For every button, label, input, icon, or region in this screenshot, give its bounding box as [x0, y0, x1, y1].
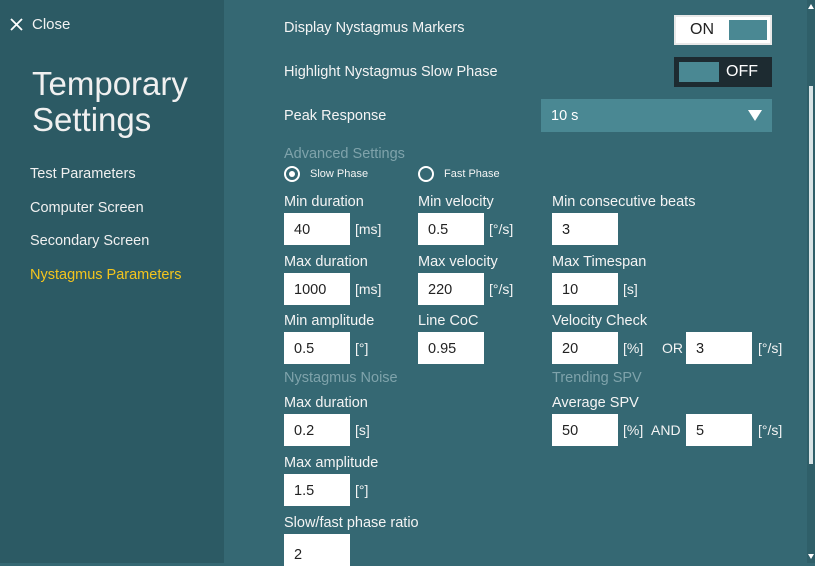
- highlight-slow-phase-label: Highlight Nystagmus Slow Phase: [284, 64, 498, 80]
- nystagmus-noise-heading: Nystagmus Noise: [284, 370, 398, 386]
- max-timespan-unit: [s]: [623, 281, 638, 297]
- sidebar: Close Temporary Settings Test Parameters…: [0, 0, 224, 563]
- min-velocity-input[interactable]: [418, 213, 484, 245]
- fast-phase-label: Fast Phase: [444, 168, 500, 180]
- close-icon: [10, 17, 23, 31]
- min-consecutive-beats-label: Min consecutive beats: [552, 194, 696, 210]
- peak-response-label: Peak Response: [284, 108, 387, 124]
- highlight-slow-phase-toggle[interactable]: OFF: [674, 57, 772, 87]
- toggle-knob: [679, 62, 719, 82]
- advanced-settings-heading: Advanced Settings: [284, 146, 405, 162]
- display-markers-label: Display Nystagmus Markers: [284, 20, 465, 36]
- noise-max-amplitude-unit: [°]: [355, 482, 369, 498]
- min-consecutive-beats-input[interactable]: [552, 213, 618, 245]
- scrollbar-thumb[interactable]: [809, 86, 813, 464]
- average-spv-and: AND: [651, 422, 681, 438]
- max-velocity-unit: [°/s]: [489, 281, 514, 297]
- vertical-scrollbar[interactable]: [807, 0, 815, 563]
- max-timespan-label: Max Timespan: [552, 254, 647, 270]
- peak-response-dropdown[interactable]: 10 s: [541, 99, 772, 132]
- sidebar-title-line2: Settings: [32, 101, 152, 138]
- display-markers-toggle[interactable]: ON: [674, 15, 772, 45]
- slow-fast-ratio-input[interactable]: [284, 534, 350, 566]
- slow-phase-label: Slow Phase: [310, 168, 369, 180]
- peak-response-value: 10 s: [551, 107, 579, 124]
- noise-max-duration-input[interactable]: [284, 414, 350, 446]
- velocity-check-input[interactable]: [552, 332, 618, 364]
- noise-max-amplitude-input[interactable]: [284, 474, 350, 506]
- sidebar-item-secondary-screen[interactable]: Secondary Screen: [30, 233, 149, 249]
- highlight-slow-phase-toggle-text: OFF: [726, 63, 758, 80]
- average-spv-input[interactable]: [552, 414, 618, 446]
- max-velocity-input[interactable]: [418, 273, 484, 305]
- min-velocity-unit: [°/s]: [489, 221, 514, 237]
- sidebar-item-computer-screen[interactable]: Computer Screen: [30, 200, 144, 216]
- velocity-check-or: OR: [662, 340, 683, 356]
- settings-panel: Display Nystagmus Markers ON Highlight N…: [224, 0, 815, 566]
- max-duration-input[interactable]: [284, 273, 350, 305]
- velocity-check-input-2[interactable]: [686, 332, 752, 364]
- min-amplitude-label: Min amplitude: [284, 313, 375, 329]
- toggle-knob: [729, 20, 767, 40]
- radio-fast-phase[interactable]: Fast Phase: [418, 166, 500, 182]
- display-markers-toggle-text: ON: [690, 21, 714, 38]
- min-velocity-label: Min velocity: [418, 194, 494, 210]
- max-duration-label: Max duration: [284, 254, 368, 270]
- chevron-down-icon: [748, 110, 762, 121]
- average-spv-label: Average SPV: [552, 395, 639, 411]
- max-timespan-input[interactable]: [552, 273, 618, 305]
- average-spv-unit: [%]: [623, 422, 644, 438]
- noise-max-duration-unit: [s]: [355, 422, 370, 438]
- close-button[interactable]: Close: [10, 13, 70, 35]
- sidebar-item-test-parameters[interactable]: Test Parameters: [30, 166, 136, 182]
- radio-unselected-icon: [418, 166, 434, 182]
- radio-selected-icon: [284, 166, 300, 182]
- velocity-check-unit-2: [°/s]: [758, 340, 783, 356]
- min-duration-label: Min duration: [284, 194, 364, 210]
- scroll-down-arrow-icon[interactable]: [808, 554, 814, 559]
- velocity-check-unit: [%]: [623, 340, 644, 356]
- velocity-check-label: Velocity Check: [552, 313, 648, 329]
- average-spv-unit-2: [°/s]: [758, 422, 783, 438]
- min-amplitude-unit: [°]: [355, 340, 369, 356]
- sidebar-title: Temporary Settings: [32, 66, 188, 138]
- min-amplitude-input[interactable]: [284, 332, 350, 364]
- close-label: Close: [32, 15, 71, 33]
- noise-max-amplitude-label: Max amplitude: [284, 455, 379, 471]
- max-velocity-label: Max velocity: [418, 254, 498, 270]
- line-coc-input[interactable]: [418, 332, 484, 364]
- sidebar-title-line1: Temporary: [32, 65, 188, 102]
- trending-spv-heading: Trending SPV: [552, 370, 642, 386]
- max-duration-unit: [ms]: [355, 281, 382, 297]
- line-coc-label: Line CoC: [418, 313, 479, 329]
- average-spv-input-2[interactable]: [686, 414, 752, 446]
- radio-slow-phase[interactable]: Slow Phase: [284, 166, 368, 182]
- sidebar-item-nystagmus-parameters[interactable]: Nystagmus Parameters: [30, 267, 182, 283]
- min-duration-input[interactable]: [284, 213, 350, 245]
- noise-max-duration-label: Max duration: [284, 395, 368, 411]
- scroll-up-arrow-icon[interactable]: [808, 4, 814, 9]
- min-duration-unit: [ms]: [355, 221, 382, 237]
- slow-fast-ratio-label: Slow/fast phase ratio: [284, 515, 419, 531]
